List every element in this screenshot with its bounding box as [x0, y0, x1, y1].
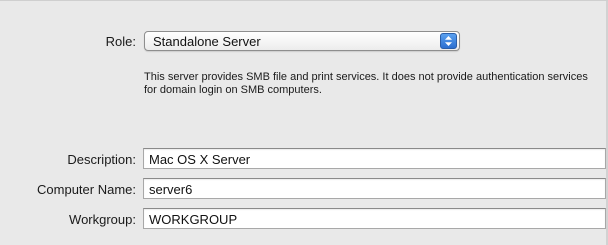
computer-name-label: Computer Name:: [37, 182, 136, 197]
role-description: This server provides SMB file and print …: [144, 71, 588, 96]
role-selected-value: Standalone Server: [153, 34, 261, 49]
workgroup-label: Workgroup:: [69, 212, 136, 227]
role-label: Role:: [105, 34, 136, 49]
workgroup-field[interactable]: [143, 208, 606, 229]
description-field[interactable]: [143, 148, 606, 169]
up-down-arrows-icon: [440, 33, 457, 49]
smb-settings-panel: Role: Standalone Server This server prov…: [0, 0, 608, 245]
description-label: Description:: [67, 152, 136, 167]
role-popup-button[interactable]: Standalone Server: [144, 31, 460, 51]
computer-name-field[interactable]: [143, 178, 606, 199]
